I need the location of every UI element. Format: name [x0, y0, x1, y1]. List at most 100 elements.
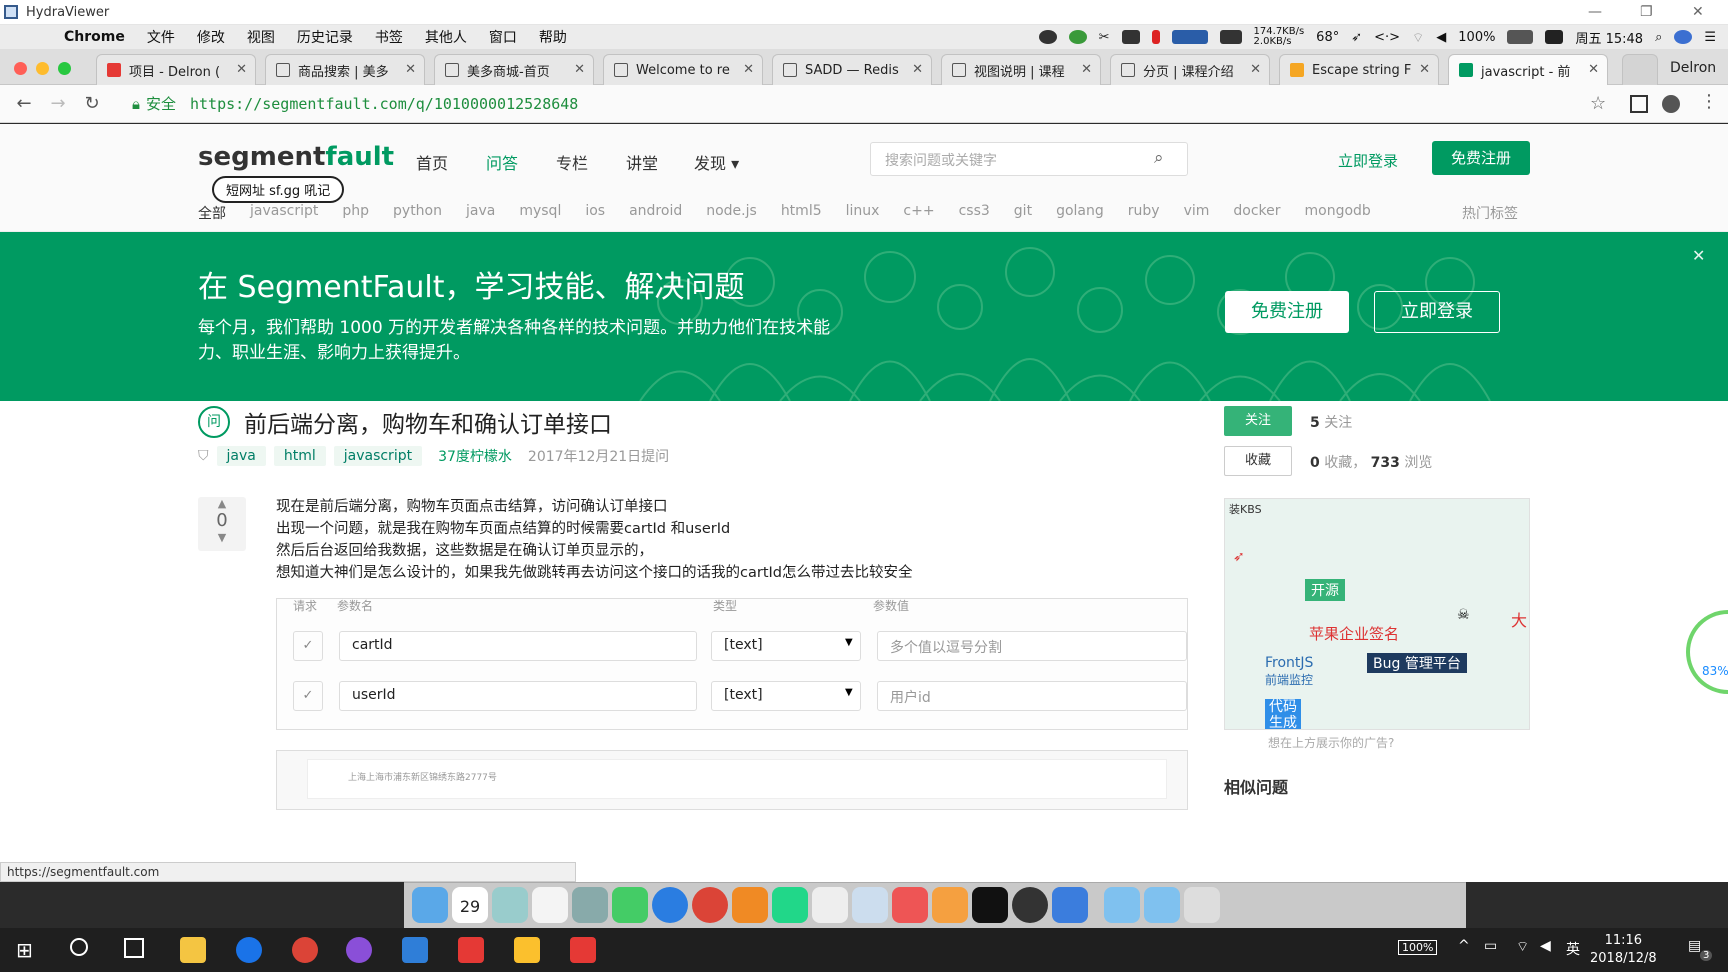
nav-discover[interactable]: 发现 ▾ — [694, 150, 739, 174]
nav-qa[interactable]: 问答 — [486, 150, 518, 174]
ad-hint[interactable]: 想在上方展示你的广告? — [1268, 734, 1394, 751]
menu-chrome[interactable]: Chrome — [64, 29, 125, 45]
rocket-icon[interactable]: ➶ — [1351, 30, 1362, 45]
volume-icon[interactable]: ◀ — [1540, 938, 1551, 954]
banner-close-icon[interactable]: ✕ — [1692, 246, 1705, 265]
qr-code-icon[interactable] — [1630, 95, 1648, 113]
tag-item[interactable]: ios — [585, 203, 605, 223]
nav-home[interactable]: 首页 — [416, 150, 448, 174]
trash-icon[interactable] — [1184, 887, 1220, 923]
tag-item[interactable]: css3 — [959, 203, 990, 223]
banner-login-button[interactable]: 立即登录 — [1374, 291, 1500, 333]
tag-item[interactable]: node.js — [706, 203, 757, 223]
menu-window[interactable]: 窗口 — [489, 27, 517, 47]
tab-7[interactable]: 分页 | 课程介绍 ✕ — [1110, 54, 1270, 85]
window-close-icon[interactable] — [14, 62, 27, 75]
battery-icon[interactable] — [1507, 30, 1534, 44]
menubar-clock[interactable]: 周五 15:48 — [1575, 28, 1643, 47]
tag-item[interactable]: java — [466, 203, 495, 223]
banner-register-button[interactable]: 免费注册 — [1225, 291, 1349, 333]
upload-icon[interactable] — [1068, 30, 1087, 44]
spotlight-icon[interactable]: ⌕ — [1655, 30, 1662, 45]
pycharm-icon[interactable] — [772, 887, 808, 923]
windows-start-icon[interactable]: ⊞ — [16, 938, 33, 962]
minimize-icon[interactable]: — — [1588, 4, 1602, 20]
tab-1[interactable]: 项目 - Delron (✕ — [96, 54, 256, 85]
tag-item[interactable]: docker — [1233, 203, 1280, 223]
question-tag[interactable]: javascript — [333, 446, 423, 466]
login-link[interactable]: 立即登录 — [1338, 150, 1398, 171]
code-icon[interactable]: <·> — [1374, 30, 1400, 45]
question-tag[interactable]: java — [216, 446, 266, 466]
taskbar-battery[interactable]: 100% — [1398, 940, 1438, 955]
lock-icon[interactable]: 🔒︎ — [132, 95, 140, 113]
sidebar-ad[interactable]: 装KBS 开源 苹果企业签名 大 FrontJS 前端监控 Bug 管理平台 代… — [1224, 498, 1530, 730]
parallels-dock-icon[interactable] — [1052, 887, 1088, 923]
tab-4[interactable]: Welcome to re ✕ — [603, 54, 763, 85]
menu-history[interactable]: 历史记录 — [297, 27, 353, 47]
tag-item[interactable]: c++ — [903, 203, 934, 223]
forward-icon[interactable]: → — [48, 93, 68, 114]
tab-close-icon[interactable]: ✕ — [1081, 62, 1092, 77]
menu-people[interactable]: 其他人 — [425, 27, 467, 47]
restore-icon[interactable]: ❐ — [1640, 4, 1653, 20]
sf-logo[interactable]: segmentfault — [198, 142, 394, 172]
menu-edit[interactable]: 修改 — [197, 27, 225, 47]
secure-label[interactable]: 安全 — [146, 93, 176, 114]
profile-name[interactable]: Delron — [1670, 60, 1716, 76]
robomongo-icon[interactable] — [1012, 887, 1048, 923]
tab-close-icon[interactable]: ✕ — [405, 62, 416, 77]
wifi-icon[interactable]: ⌔ — [1412, 30, 1424, 46]
typora-icon[interactable] — [812, 887, 848, 923]
vote-down-icon[interactable]: ▼ — [198, 531, 246, 545]
chrome-taskbar-icon[interactable] — [292, 937, 318, 963]
reminders-icon[interactable] — [532, 887, 568, 923]
tab-close-icon[interactable]: ✕ — [1588, 62, 1599, 77]
tag-item[interactable]: python — [393, 203, 442, 223]
terminal-icon[interactable] — [972, 887, 1008, 923]
battery-icon[interactable]: ▭ — [1484, 938, 1497, 954]
notification-center-icon[interactable]: ☰ — [1704, 30, 1716, 45]
tab-close-icon[interactable]: ✕ — [1250, 62, 1261, 77]
tab-5[interactable]: SADD — Redis ✕ — [772, 54, 932, 85]
chrome-icon[interactable] — [692, 887, 728, 923]
wechat-icon[interactable] — [1038, 30, 1057, 44]
tab-8[interactable]: Escape string F ✕ — [1279, 54, 1439, 85]
tab-close-icon[interactable]: ✕ — [1419, 62, 1430, 77]
xmind-icon[interactable] — [458, 937, 484, 963]
explorer-icon[interactable] — [180, 937, 206, 963]
tag-item[interactable]: vim — [1184, 203, 1210, 223]
bookmark-star-icon[interactable]: ☆ — [1590, 93, 1606, 114]
url-field[interactable]: https://segmentfault.com/q/1010000012528… — [190, 95, 578, 113]
follow-button[interactable]: 关注 — [1224, 406, 1292, 436]
nav-lecture[interactable]: 讲堂 — [626, 150, 658, 174]
new-tab-button[interactable] — [1622, 54, 1658, 85]
tag-all[interactable]: 全部 — [198, 203, 226, 223]
cortana-icon[interactable] — [70, 938, 88, 956]
menu-file[interactable]: 文件 — [147, 27, 175, 47]
input-method-icon[interactable] — [1545, 30, 1564, 44]
search-icon[interactable]: ⌕ — [1154, 148, 1164, 168]
tab-2[interactable]: 商品搜索 | 美多 ✕ — [265, 54, 425, 85]
hydraviewer-taskbar-icon[interactable] — [402, 937, 428, 963]
siri-icon[interactable] — [1674, 30, 1693, 44]
task-view-icon[interactable] — [124, 938, 144, 958]
color-app-icon[interactable] — [346, 937, 372, 963]
window-minimize-icon[interactable] — [36, 62, 49, 75]
menu-help[interactable]: 帮助 — [539, 27, 567, 47]
tab-close-icon[interactable]: ✕ — [236, 62, 247, 77]
sublime-icon[interactable] — [732, 887, 768, 923]
tab-9-active[interactable]: javascript - 前 ✕ — [1448, 54, 1608, 85]
wechat-dock-icon[interactable] — [612, 887, 648, 923]
menu-bookmarks[interactable]: 书签 — [375, 27, 403, 47]
evernote-icon[interactable] — [1121, 30, 1140, 44]
speed-gauge-widget[interactable]: 83% — [1686, 610, 1728, 694]
parallels-icon[interactable] — [1151, 30, 1160, 44]
back-icon[interactable]: ← — [14, 93, 34, 114]
reload-icon[interactable]: ↻ — [82, 93, 102, 114]
question-tag[interactable]: html — [273, 446, 326, 466]
tab-close-icon[interactable]: ✕ — [743, 62, 754, 77]
scissors-icon[interactable]: ✂ — [1099, 30, 1110, 45]
clock-app-icon[interactable] — [236, 937, 262, 963]
chrome-menu-icon[interactable]: ⋮ — [1700, 91, 1718, 112]
